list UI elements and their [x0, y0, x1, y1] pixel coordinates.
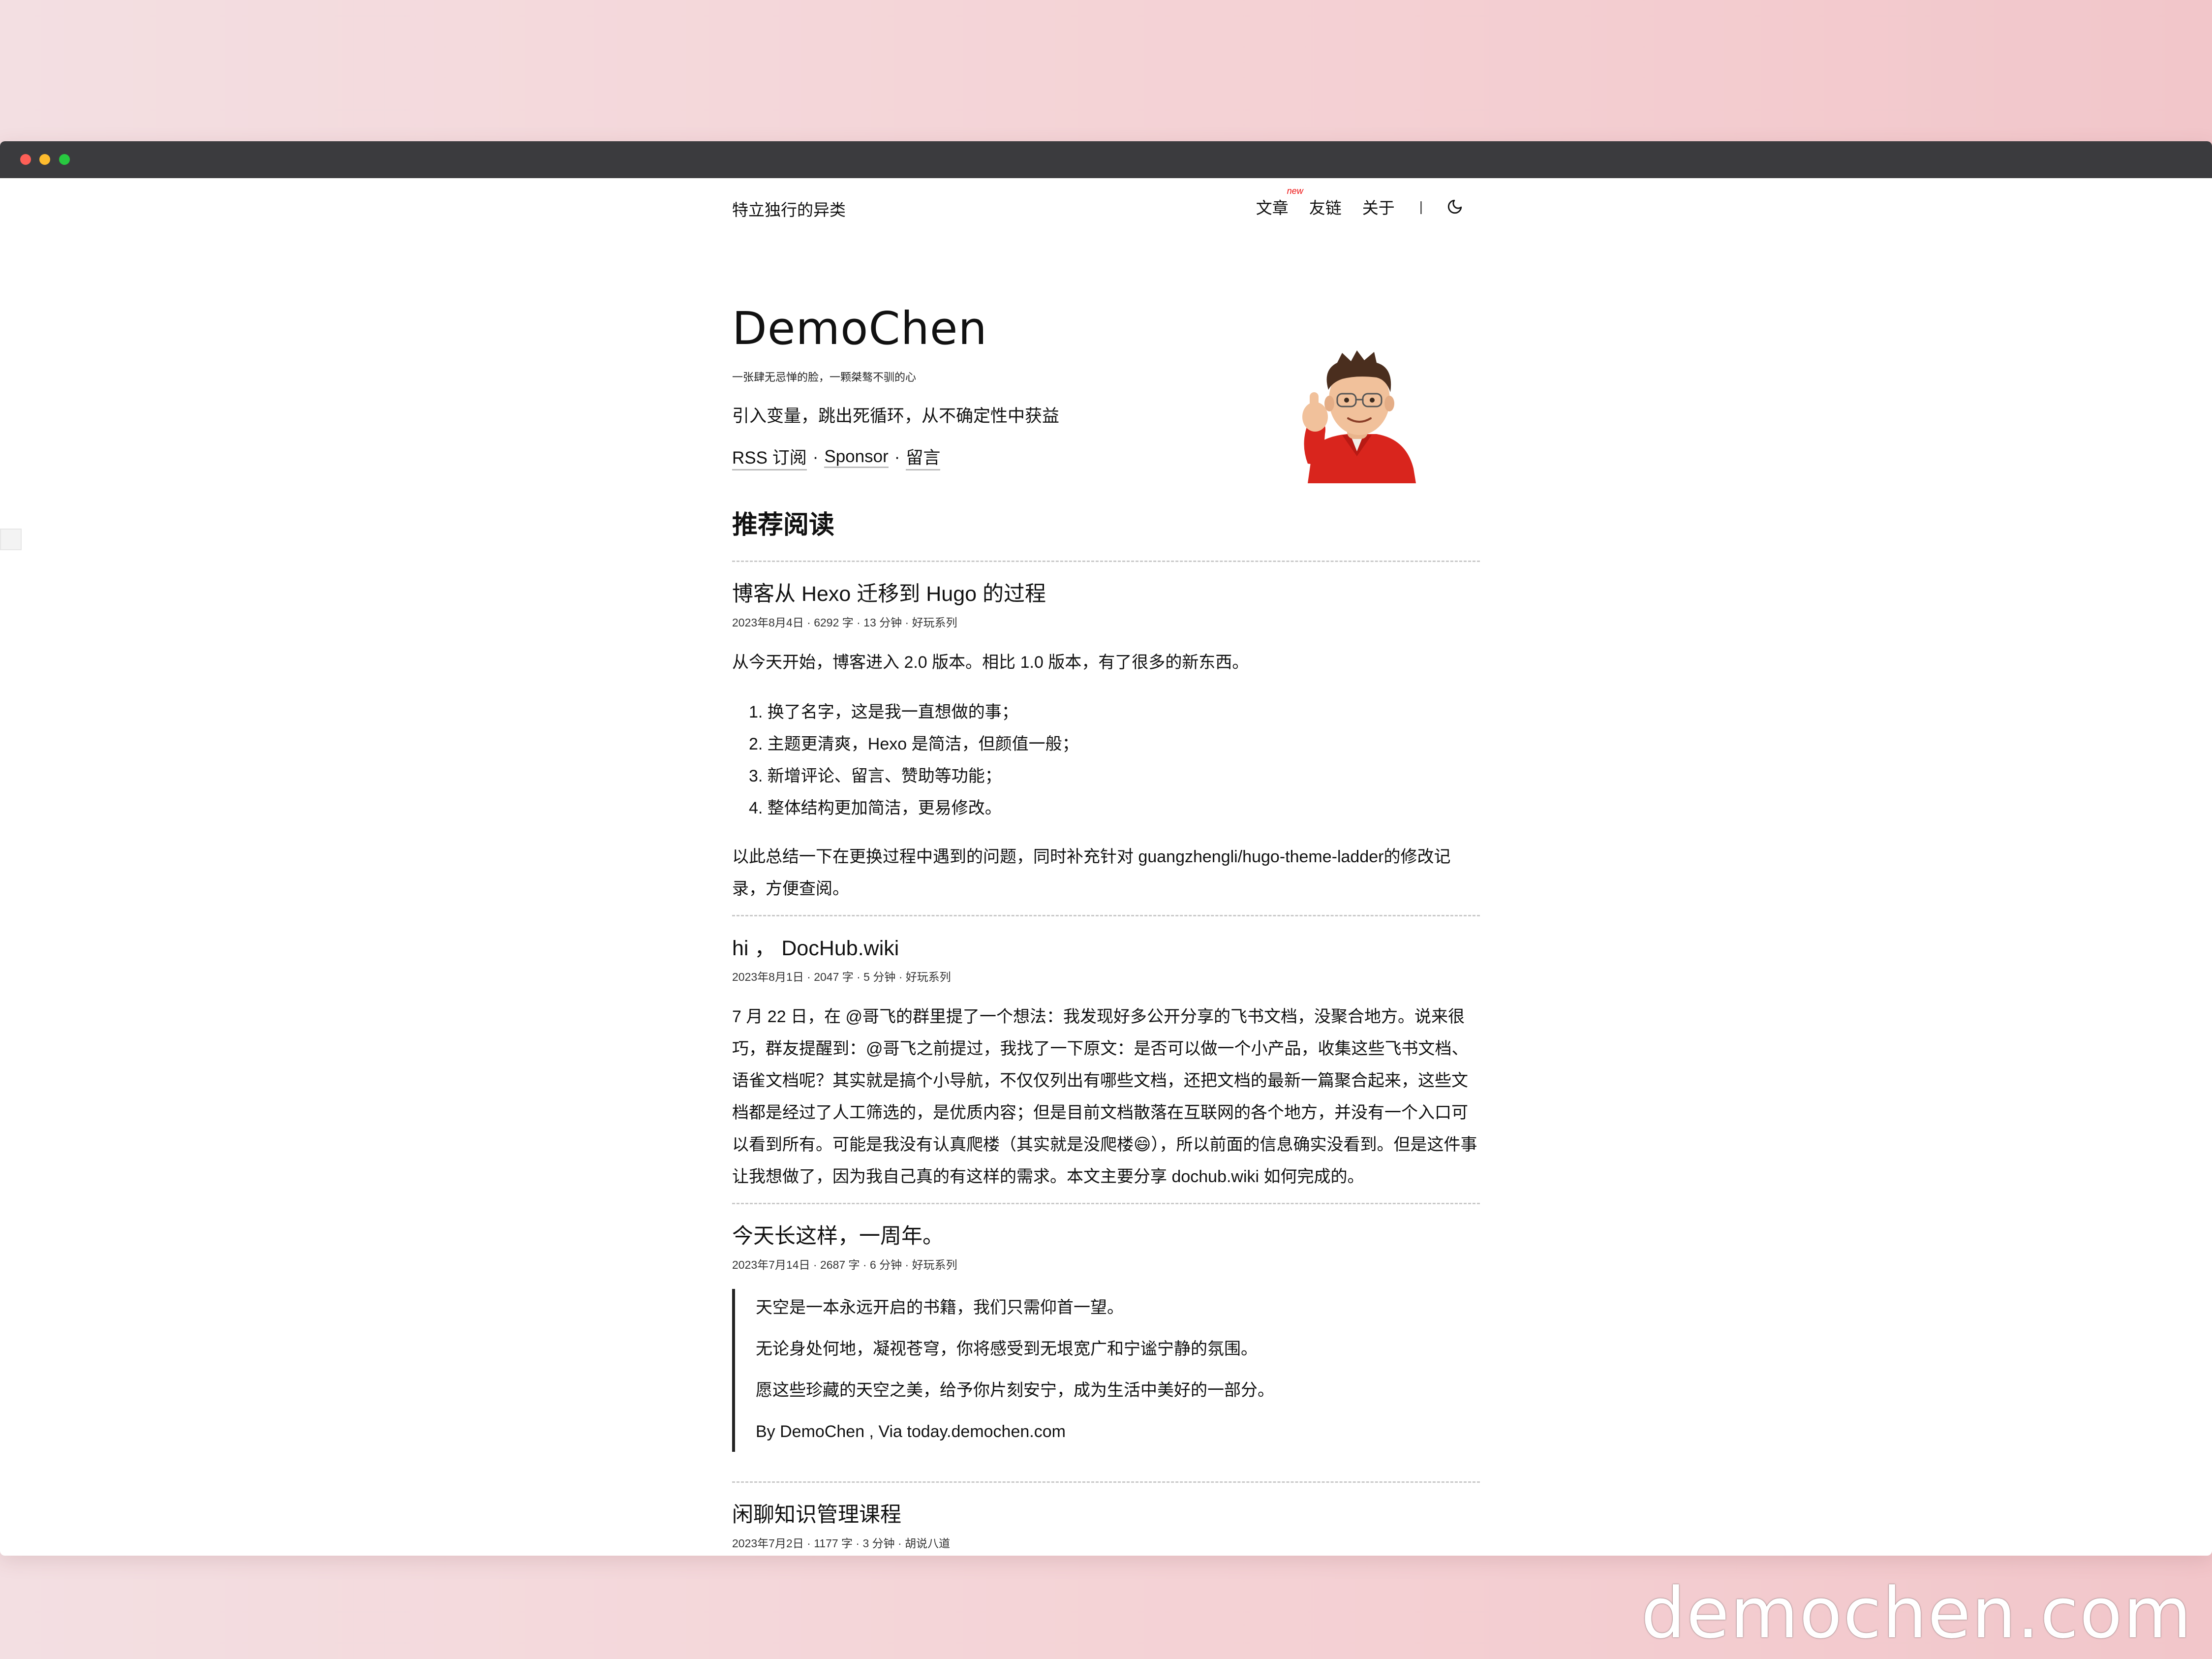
post-meta: 2023年8月1日 · 2047 字 · 5 分钟 · 好玩系列 [732, 970, 951, 983]
rss-link[interactable]: RSS 订阅 [732, 444, 807, 470]
link-separator: · [812, 447, 819, 467]
quote-line: By DemoChen , Via today.demochen.com [756, 1422, 1066, 1441]
close-window-button[interactable] [20, 154, 31, 165]
list-item: 4. 整体结构更加简洁，更易修改。 [749, 799, 1002, 817]
browser-window: 特立独行的异类 文章 new 友链 关于 | DemoChen 一张肆无忌惮的脸… [0, 141, 2212, 1556]
sponsor-link[interactable]: Sponsor [824, 447, 889, 468]
nav-links: 文章 new 友链 关于 | [1256, 186, 1465, 219]
post-meta: 2023年8月4日 · 6292 字 · 13 分钟 · 好玩系列 [732, 616, 957, 629]
author-subtitle: 一张肆无忌惮的脸，一颗桀骜不驯的心 [732, 371, 917, 383]
list-item: 3. 新增评论、留言、赞助等功能； [749, 767, 1002, 785]
recommended-heading: 推荐阅读 [732, 504, 1480, 562]
minimize-window-button[interactable] [39, 154, 50, 165]
post-summary: 从今天开始，博客进入 2.0 版本。相比 1.0 版本，有了很多的新东西。 1.… [732, 647, 1480, 905]
post-list: 1. 换了名字，这是我一直想做的事； 2. 主题更清爽，Hexo 是简洁，但颜值… [732, 696, 1480, 824]
post-title[interactable]: 博客从 Hexo 迁移到 Hugo 的过程 [732, 581, 1480, 607]
author-motto: 引入变量，跳出死循环，从不确定性中获益 [732, 407, 1060, 426]
post-intro: 从今天开始，博客进入 2.0 版本。相比 1.0 版本，有了很多的新东西。 [732, 653, 1249, 672]
memoji-avatar [1302, 350, 1416, 483]
top-nav: 特立独行的异类 文章 new 友链 关于 | [732, 178, 1480, 232]
hero-section: DemoChen 一张肆无忌惮的脸，一颗桀骜不驯的心 引入变量，跳出死循环，从不… [732, 232, 1480, 508]
post-title[interactable]: 闲聊知识管理课程 [732, 1502, 1480, 1528]
post-quote: 天空是一本永远开启的书籍，我们只需仰首一望。 无论身处何地，凝视苍穹，你将感受到… [732, 1289, 1480, 1452]
maximize-window-button[interactable] [59, 154, 70, 165]
nav-link-articles[interactable]: 文章 new [1256, 186, 1303, 219]
link-separator: · [894, 447, 900, 467]
quote-line: 天空是一本永远开启的书籍，我们只需仰首一望。 [756, 1298, 1124, 1317]
quote-line: 愿这些珍藏的天空之美，给予你片刻安宁，成为生活中美好的一部分。 [756, 1381, 1274, 1400]
nav-link-about[interactable]: 关于 [1362, 195, 1395, 219]
watermark: demochen.com [1641, 1573, 2192, 1654]
site-title[interactable]: 特立独行的异类 [732, 197, 846, 220]
quote-line: 无论身处何地，凝视苍穹，你将感受到无垠宽广和宁谧宁静的氛围。 [756, 1340, 1258, 1358]
post-item: hi ， DocHub.wiki 2023年8月1日 · 2047 字 · 5 … [732, 916, 1480, 1204]
new-badge: new [1287, 186, 1303, 196]
post-item: 今天长这样，一周年。 2023年7月14日 · 2687 字 · 6 分钟 · … [732, 1204, 1480, 1483]
nav-link-friends[interactable]: 友链 [1309, 195, 1342, 219]
post-body-text: 7 月 22 日，在 @哥飞的群里提了一个想法：我发现好多公开分享的飞书文档，没… [732, 1007, 1477, 1186]
author-name: DemoChen [732, 302, 987, 355]
post-title[interactable]: 今天长这样，一周年。 [732, 1223, 1480, 1250]
window-titlebar [0, 141, 2212, 178]
hero-links: RSS 订阅 · Sponsor · 留言 [732, 444, 941, 470]
post-item: 博客从 Hexo 迁移到 Hugo 的过程 2023年8月4日 · 6292 字… [732, 562, 1480, 916]
nav-link-label: 文章 [1256, 199, 1289, 217]
post-item: 闲聊知识管理课程 2023年7月2日 · 1177 字 · 3 分钟 · 胡说八… [732, 1483, 1480, 1556]
post-summary: 7 月 22 日，在 @哥飞的群里提了一个想法：我发现好多公开分享的飞书文档，没… [732, 1001, 1480, 1193]
post-outro: 以此总结一下在更换过程中遇到的问题，同时补充针对 guangzhengli/hu… [732, 847, 1451, 898]
post-meta: 2023年7月2日 · 1177 字 · 3 分钟 · 胡说八道 [732, 1537, 951, 1550]
side-handle[interactable] [0, 529, 22, 550]
page-content: 特立独行的异类 文章 new 友链 关于 | DemoChen 一张肆无忌惮的脸… [732, 178, 1480, 1556]
post-meta: 2023年7月14日 · 2687 字 · 6 分钟 · 好玩系列 [732, 1258, 957, 1271]
list-item: 1. 换了名字，这是我一直想做的事； [749, 703, 1018, 721]
guestbook-link[interactable]: 留言 [906, 444, 941, 470]
post-summary: 天空是一本永远开启的书籍，我们只需仰首一望。 无论身处何地，凝视苍穹，你将感受到… [732, 1289, 1480, 1452]
post-title[interactable]: hi ， DocHub.wiki [732, 935, 1480, 962]
moon-icon[interactable] [1446, 197, 1465, 216]
list-item: 2. 主题更清爽，Hexo 是简洁，但颜值一般； [749, 735, 1079, 753]
nav-separator: | [1419, 199, 1423, 214]
